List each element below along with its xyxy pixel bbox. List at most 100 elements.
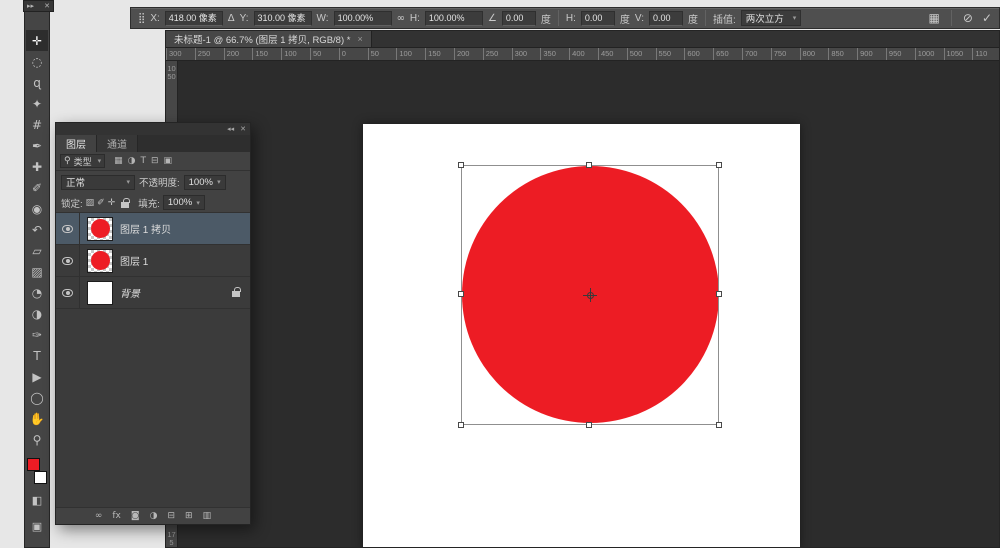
link-layers-icon[interactable]: ∞ [95,511,103,521]
tool-icon: ⚲ [33,433,42,447]
transform-reference-point[interactable] [583,288,597,302]
filter-type-dropdown[interactable]: ⚲ 类型 ▾ [60,154,105,168]
clone-stamp-tool[interactable]: ◉ [26,198,48,219]
canvas-viewport[interactable] [178,61,999,547]
options-right-group: ▦ ⊘ ✓ [929,10,992,26]
layer-row-background[interactable]: 背景 [56,277,250,309]
hand-tool[interactable]: ✋ [26,408,48,429]
link-dimensions-icon[interactable]: ∞ [397,13,405,24]
layer-style-icon[interactable]: fx [112,511,121,521]
commit-transform-icon[interactable]: ✓ [982,11,992,25]
blur-tool[interactable]: ◔ [26,282,48,303]
history-brush-tool[interactable]: ↶ [26,219,48,240]
lock-row: 锁定: ▨✐✛ 填充: 100% ▾ [56,193,250,213]
visibility-toggle[interactable] [56,213,80,244]
layer-name[interactable]: 背景 [120,285,140,300]
healing-brush-tool[interactable]: ✚ [26,156,48,177]
background-color-swatch[interactable] [34,471,47,484]
lock-position-icon[interactable]: ✛ [108,198,116,208]
opacity-dropdown[interactable]: 100% ▾ [184,175,226,190]
blend-mode-dropdown[interactable]: 正常 ▾ [61,175,135,190]
new-layer-icon[interactable]: ⊞ [185,511,193,521]
transform-handle-middle-right[interactable] [716,291,722,297]
relative-positioning-icon[interactable]: Δ [228,13,235,24]
ruler-tick: 850 [828,48,857,60]
visibility-toggle[interactable] [56,277,80,308]
ruler-tick: 200 [224,48,253,60]
y-input[interactable]: 310.00 像素 [254,11,312,26]
tool-icon: ◔ [32,286,42,300]
new-group-icon[interactable]: ⊟ [167,511,175,521]
quick-mask-button[interactable]: ◧ [26,490,48,510]
layer-name[interactable]: 图层 1 [120,253,148,268]
layer-thumbnail[interactable] [87,281,113,305]
layer-thumbnail[interactable] [87,249,113,273]
filter-adjustment-layers-icon[interactable]: ◑ [128,156,136,166]
angle-input[interactable]: 0.00 [502,11,536,26]
crop-tool[interactable]: # [26,114,48,135]
brush-tool[interactable]: ✐ [26,177,48,198]
gradient-tool[interactable]: ▨ [26,261,48,282]
panel-close-icon[interactable]: ✕ [240,125,246,133]
ruler-tick: 700 [742,48,771,60]
layer-thumbnail[interactable] [87,217,113,241]
horizontal-ruler[interactable]: 3002502001501005005010015020025030035040… [166,48,999,61]
ruler-tick: 500 [627,48,656,60]
delete-layer-icon[interactable]: ▥ [203,511,212,521]
close-icon[interactable]: ✕ [44,2,50,10]
warp-mode-icon[interactable]: ▦ [929,11,940,25]
type-tool[interactable]: T [26,345,48,366]
new-adjustment-layer-icon[interactable]: ◑ [150,511,158,521]
filter-type-layers-icon[interactable]: T [141,156,147,166]
visibility-toggle[interactable] [56,245,80,276]
layer-row-layer-1-copy[interactable]: 图层 1 拷贝 [56,213,250,245]
move-tool[interactable]: ✛ [26,30,48,51]
interpolation-dropdown[interactable]: 两次立方 ▾ [741,10,802,26]
layer-name[interactable]: 图层 1 拷贝 [120,221,171,236]
transform-handle-middle-left[interactable] [458,291,464,297]
transform-handle-bottom-left[interactable] [458,422,464,428]
pen-tool[interactable]: ✑ [26,324,48,345]
height-input[interactable]: 100.00% [425,11,483,26]
add-layer-mask-icon[interactable]: ◙ [131,511,140,521]
shape-tool[interactable]: ◯ [26,387,48,408]
lock-transparent-pixels-icon[interactable]: ▨ [86,198,95,208]
transform-handle-top-right[interactable] [716,162,722,168]
x-input[interactable]: 418.00 像素 [165,11,223,26]
marquee-tool[interactable]: ◌ [26,51,48,72]
canvas-content: 1050 175 [166,61,999,547]
cancel-transform-icon[interactable]: ⊘ [963,11,973,25]
zoom-tool[interactable]: ⚲ [26,429,48,450]
tab-channels[interactable]: 通道 [97,135,138,152]
document-tab[interactable]: 未标题-1 @ 66.7% (图层 1 拷贝, RGB/8) * × [166,31,372,47]
transform-handle-bottom-center[interactable] [586,422,592,428]
filter-shape-layers-icon[interactable]: ⊟ [151,156,159,166]
v-skew-input[interactable]: 0.00 [649,11,683,26]
eyedropper-tool[interactable]: ✒ [26,135,48,156]
fill-dropdown[interactable]: 100% ▾ [163,195,205,210]
chevron-down-icon: ▾ [98,157,102,165]
filter-pixel-layers-icon[interactable]: ▦ [114,156,123,166]
path-selection-tool[interactable]: ▶ [26,366,48,387]
h-skew-input[interactable]: 0.00 [581,11,615,26]
lasso-tool[interactable]: ɋ [26,72,48,93]
filter-smart-objects-icon[interactable]: ▣ [164,156,173,166]
layer-row-layer-1[interactable]: 图层 1 [56,245,250,277]
width-input[interactable]: 100.00% [334,11,392,26]
eraser-tool[interactable]: ▱ [26,240,48,261]
panel-collapse-icon[interactable]: ◂◂ [227,125,234,133]
transform-handle-bottom-right[interactable] [716,422,722,428]
lock-image-pixels-icon[interactable]: ✐ [97,198,105,208]
quick-selection-tool[interactable]: ✦ [26,93,48,114]
collapse-arrows-icon[interactable]: ▸▸ [27,2,34,10]
foreground-color-swatch[interactable] [27,458,40,471]
close-tab-icon[interactable]: × [357,34,362,44]
tab-layers[interactable]: 图层 [56,135,97,152]
lock-all-icon[interactable] [121,202,129,208]
dodge-tool[interactable]: ◑ [26,303,48,324]
reference-point-icon[interactable]: ⣿ [138,13,145,24]
screen-mode-button[interactable]: ▣ [26,516,48,536]
transform-handle-top-left[interactable] [458,162,464,168]
eye-icon [62,257,73,265]
transform-handle-top-center[interactable] [586,162,592,168]
